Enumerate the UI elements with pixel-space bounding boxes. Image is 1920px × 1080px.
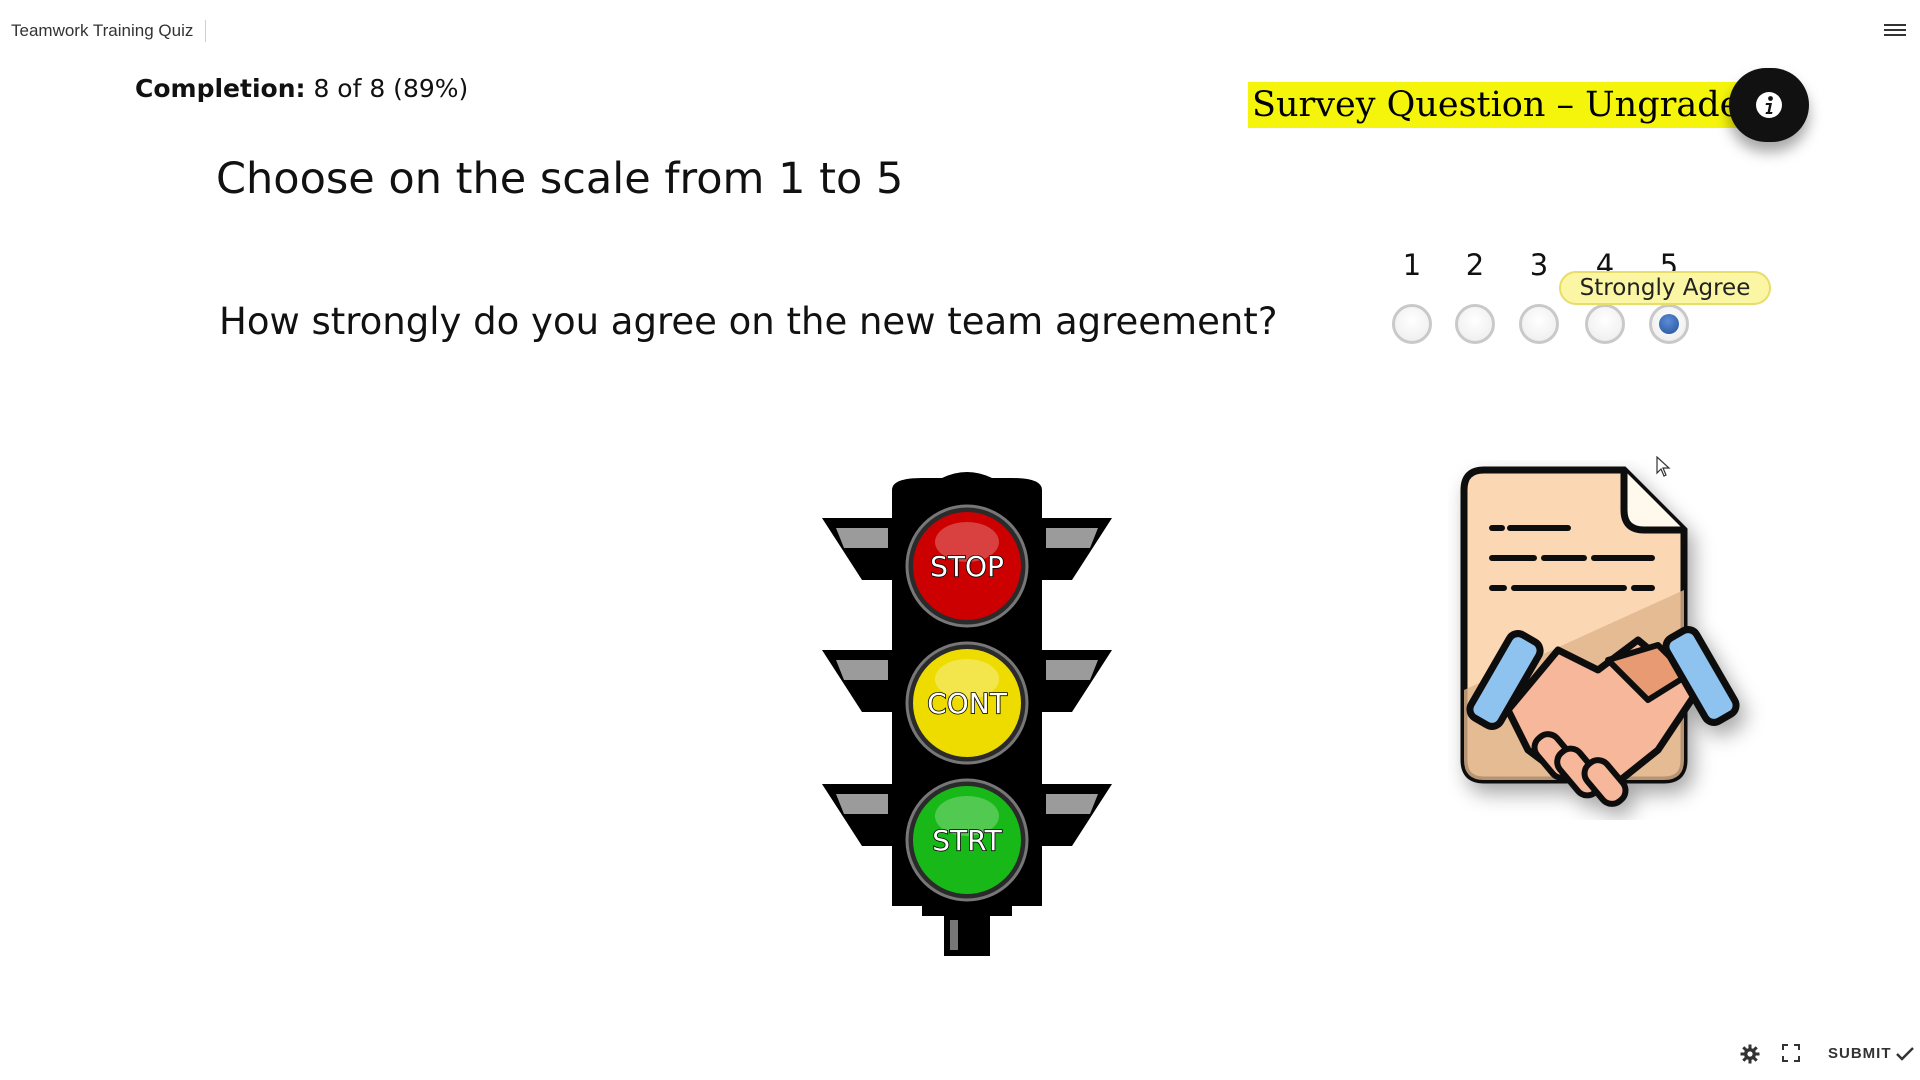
- scale-tooltip: Strongly Agree: [1559, 271, 1771, 305]
- survey-question-tag: Survey Question – Ungraded: [1248, 82, 1767, 128]
- completion-value: 8 of 8 (89%): [313, 74, 469, 103]
- completion-label: Completion:: [135, 74, 306, 103]
- question-heading: Choose on the scale from 1 to 5: [216, 154, 904, 204]
- info-button[interactable]: [1729, 68, 1809, 142]
- scale-label-3: 3: [1529, 248, 1549, 282]
- submit-label: SUBMIT: [1828, 1045, 1892, 1062]
- mouse-pointer-icon: [1656, 456, 1671, 477]
- hamburger-menu-icon[interactable]: [1884, 22, 1906, 40]
- app-title: Teamwork Training Quiz: [11, 20, 207, 42]
- start-label: STRT: [932, 824, 1002, 857]
- info-icon: [1756, 92, 1782, 118]
- scale-radio-4[interactable]: [1585, 304, 1625, 344]
- question-text: How strongly do you agree on the new tea…: [219, 300, 1278, 343]
- submit-button[interactable]: SUBMIT: [1828, 1045, 1914, 1062]
- stop-light: STOP: [905, 504, 1029, 628]
- top-bar: Teamwork Training Quiz: [0, 0, 1920, 62]
- traffic-light-image: STOP CONT STRT: [822, 472, 1112, 956]
- scale-label-1: 1: [1402, 248, 1422, 282]
- completion-status: Completion: 8 of 8 (89%): [135, 74, 468, 103]
- continue-light: CONT: [905, 641, 1029, 765]
- contract-handshake-icon: [1460, 466, 1740, 807]
- checkmark-icon: [1895, 1046, 1914, 1061]
- scale-radio-1[interactable]: [1392, 304, 1432, 344]
- scale-radio-5[interactable]: [1649, 304, 1689, 344]
- scale-label-2: 2: [1465, 248, 1485, 282]
- scale-radio-2[interactable]: [1455, 304, 1495, 344]
- stop-label: STOP: [930, 550, 1004, 583]
- fullscreen-icon[interactable]: [1782, 1044, 1800, 1062]
- gear-icon[interactable]: [1740, 1044, 1760, 1064]
- start-light: STRT: [905, 778, 1029, 902]
- continue-label: CONT: [927, 687, 1008, 720]
- scale-radio-3[interactable]: [1519, 304, 1559, 344]
